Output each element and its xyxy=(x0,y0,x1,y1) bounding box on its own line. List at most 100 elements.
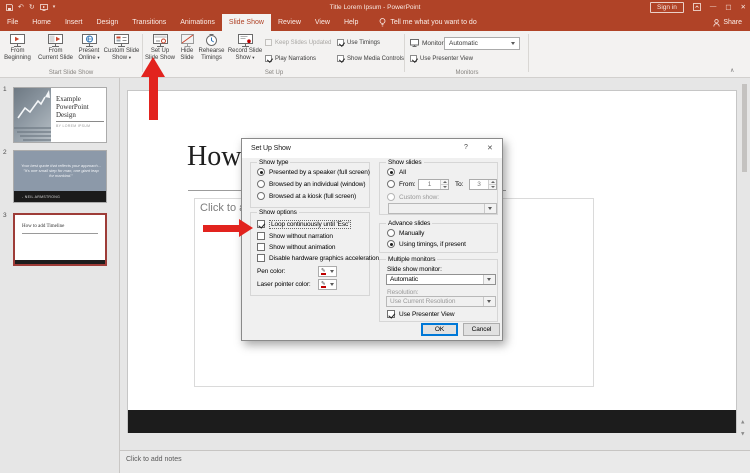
slide-thumbnail-2[interactable]: Your best quote that reflects your appro… xyxy=(13,150,107,203)
radio-browsed-at-kiosk[interactable]: Browsed at a kiosk (full screen) xyxy=(257,192,356,200)
tab-review[interactable]: Review xyxy=(271,14,308,31)
customize-qat-icon[interactable]: ▾ xyxy=(53,4,56,11)
monitor-dropdown[interactable]: Automatic xyxy=(444,37,520,50)
chevron-down-icon xyxy=(330,283,334,286)
slide2-attribution-bar: - NEIL ARMSTRONG xyxy=(14,191,106,202)
collapse-ribbon-icon[interactable]: ∧ xyxy=(730,67,734,74)
pen-color-picker[interactable]: ✎ xyxy=(318,266,337,277)
slide1-rule xyxy=(56,121,104,122)
minimize-button[interactable]: — xyxy=(710,3,717,10)
checkbox-box xyxy=(265,39,272,46)
ribbon-display-options-icon[interactable] xyxy=(692,3,701,11)
show-media-controls-checkbox[interactable]: Show Media Controls xyxy=(337,55,404,62)
radio-manually[interactable]: Manually xyxy=(387,229,424,237)
tab-insert[interactable]: Insert xyxy=(58,14,90,31)
cancel-button[interactable]: Cancel xyxy=(463,323,500,336)
notes-placeholder[interactable]: Click to add notes xyxy=(126,456,182,463)
save-icon[interactable] xyxy=(6,3,13,11)
previous-slide-icon[interactable]: ▲ xyxy=(741,420,744,425)
multiple-monitors-label: Multiple monitors xyxy=(386,256,438,263)
show-type-label: Show type xyxy=(257,159,291,166)
button-label: Custom Slide xyxy=(103,48,140,54)
start-slideshow-icon[interactable] xyxy=(39,3,48,11)
dialog-titlebar[interactable]: Set Up Show xyxy=(242,139,502,158)
dialog-close-button[interactable]: ✕ xyxy=(487,144,493,152)
radio-using-timings[interactable]: Using timings, if present xyxy=(387,240,466,248)
pen-icon: ✎ xyxy=(321,267,326,275)
dialog-help-button[interactable]: ? xyxy=(464,144,468,152)
tell-me-label: Tell me what you want to do xyxy=(390,19,477,26)
spinner-buttons[interactable] xyxy=(440,180,448,189)
to-slide-spinner[interactable]: 3 xyxy=(469,179,497,190)
sign-in-button[interactable]: Sign in xyxy=(650,1,684,13)
use-presenter-view-checkbox[interactable]: Use Presenter View xyxy=(410,55,473,62)
ribbon: From Beginning From Current Slide Presen… xyxy=(0,31,750,78)
tab-help[interactable]: Help xyxy=(337,14,365,31)
share-button[interactable]: Share xyxy=(713,14,750,31)
radio-browsed-by-individual[interactable]: Browsed by an individual (window) xyxy=(257,180,366,188)
resolution-dropdown[interactable]: Use Current Resolution xyxy=(386,296,496,307)
slide-thumbnail-3-selected[interactable]: How to add Timeline xyxy=(13,213,107,266)
checkbox-loop-continuously[interactable]: Loop continuously until 'Esc' xyxy=(257,219,352,229)
radio-from-slides[interactable]: From: xyxy=(387,180,416,188)
use-timings-checkbox[interactable]: Use Timings xyxy=(337,39,380,46)
tab-file[interactable]: File xyxy=(0,14,25,31)
spinner-buttons[interactable] xyxy=(488,180,496,189)
radio-custom-show[interactable]: Custom show: xyxy=(387,193,439,201)
dropdown-arrow[interactable] xyxy=(483,204,496,213)
undo-icon[interactable]: ↶ xyxy=(18,3,24,11)
radio-all-slides[interactable]: All xyxy=(387,168,406,176)
record-slide-show-button[interactable]: Record Slide Show ▾ xyxy=(226,34,264,70)
redo-icon[interactable]: ↻ xyxy=(29,3,35,11)
scrollbar-thumb[interactable] xyxy=(742,84,747,172)
from-current-slide-button[interactable]: From Current Slide xyxy=(35,34,76,70)
maximize-button[interactable]: □ xyxy=(725,4,731,11)
tell-me-box[interactable]: Tell me what you want to do xyxy=(379,14,477,31)
rehearse-timings-button[interactable]: Rehearse Timings xyxy=(198,34,225,70)
checkbox-box xyxy=(265,55,272,62)
laser-pointer-color-picker[interactable]: ✎ xyxy=(318,279,337,290)
next-slide-icon[interactable]: ▼ xyxy=(741,432,744,437)
checkbox-show-without-narration[interactable]: Show without narration xyxy=(257,232,333,240)
checkbox-disable-hardware-acceleration[interactable]: Disable hardware graphics acceleration xyxy=(257,254,379,262)
checkbox-show-without-animation[interactable]: Show without animation xyxy=(257,243,336,251)
tab-transitions[interactable]: Transitions xyxy=(125,14,173,31)
to-slide-value: 3 xyxy=(477,181,481,188)
hide-slide-button[interactable]: Hide Slide xyxy=(177,34,197,70)
radio-button xyxy=(387,193,395,201)
custom-show-dropdown[interactable] xyxy=(388,203,497,214)
to-label: To: xyxy=(455,181,464,188)
slide1-byline: BY LOREM IPSUM xyxy=(56,124,91,128)
present-online-button[interactable]: Present Online ▾ xyxy=(77,34,101,70)
checkbox-label: Use Timings xyxy=(347,39,381,46)
checkbox-label: Keep Slides Updated xyxy=(275,39,332,46)
slide-show-monitor-value: Automatic xyxy=(390,276,419,283)
tab-view[interactable]: View xyxy=(308,14,337,31)
from-beginning-button[interactable]: From Beginning xyxy=(1,34,34,70)
checkbox-use-presenter-view[interactable]: Use Presenter View xyxy=(387,310,455,318)
custom-slide-show-button[interactable]: Custom Slide Show ▾ xyxy=(101,34,142,70)
keep-slides-updated-checkbox[interactable]: Keep Slides Updated xyxy=(265,39,331,46)
dropdown-arrow[interactable] xyxy=(482,275,495,284)
from-slide-spinner[interactable]: 1 xyxy=(418,179,449,190)
tab-design[interactable]: Design xyxy=(89,14,125,31)
vertical-scrollbar[interactable]: ▲ ▼ xyxy=(741,80,749,446)
radio-presented-by-speaker[interactable]: Presented by a speaker (full screen) xyxy=(257,168,370,176)
advance-slides-group: Advance slides xyxy=(379,220,498,253)
tab-slide-show[interactable]: Slide Show xyxy=(221,14,271,31)
spinner-down-icon xyxy=(442,186,447,188)
tab-home[interactable]: Home xyxy=(25,14,58,31)
play-narrations-checkbox[interactable]: Play Narrations xyxy=(265,55,316,62)
advance-slides-label: Advance slides xyxy=(386,220,433,227)
slide-show-monitor-dropdown[interactable]: Automatic xyxy=(386,274,496,285)
slides-panel: 1 Example PowerPoint Design BY LOREM IPS… xyxy=(0,78,120,473)
button-label: Show ▾ xyxy=(112,55,131,61)
notes-pane[interactable]: Click to add notes xyxy=(120,450,750,473)
close-button[interactable]: ✕ xyxy=(741,4,746,11)
slide-thumbnail-1[interactable]: Example PowerPoint Design BY LOREM IPSUM xyxy=(13,87,107,143)
dropdown-arrow[interactable] xyxy=(482,297,495,306)
ok-button[interactable]: OK xyxy=(421,323,458,336)
tab-animations[interactable]: Animations xyxy=(173,14,222,31)
checkbox-box xyxy=(337,39,344,46)
button-label: Set Up xyxy=(150,48,170,54)
